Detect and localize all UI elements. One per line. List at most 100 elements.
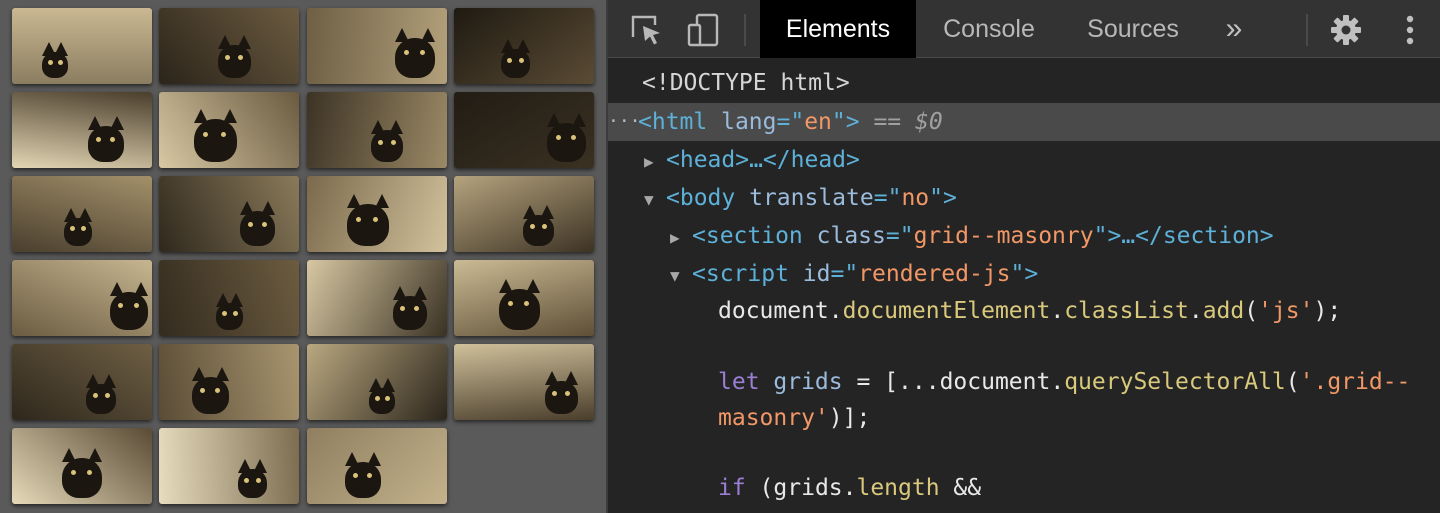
cat-ear-shape [62, 448, 76, 462]
cat-shape [347, 204, 389, 246]
cat-ear-shape [192, 367, 206, 381]
cat-shape [345, 462, 381, 498]
dom-node-script[interactable]: ▼ <script id="rendered-js"> [670, 255, 1038, 293]
cat-ear-shape [86, 374, 100, 388]
cat-ear-shape [102, 374, 116, 388]
cat-eye-shape [214, 388, 220, 394]
cat-eye-shape [220, 131, 226, 137]
cat-ear-shape [88, 116, 102, 130]
cat-ear-shape [215, 367, 229, 381]
photo-tile-longhair-cat-lying[interactable] [159, 344, 299, 420]
photo-tile-cat-face-closeup[interactable] [12, 176, 152, 252]
cat-eye-shape [385, 395, 391, 401]
photo-tile-cat-lying-white[interactable] [12, 260, 152, 336]
photo-tile-black-cat-doorway[interactable] [159, 8, 299, 84]
cat-shape [501, 49, 530, 78]
cat-eye-shape [261, 221, 267, 227]
tab-elements[interactable]: Elements [760, 0, 916, 58]
cat-ear-shape [389, 120, 403, 134]
cat-shape [238, 469, 267, 498]
photo-tile-black-cat-garden[interactable] [159, 176, 299, 252]
devtools-panel: Elements Console Sources » <!DOCTYPE htm… [606, 0, 1440, 513]
cat-ear-shape [572, 113, 586, 127]
cat-shape [192, 377, 229, 414]
dom-tree: <!DOCTYPE html> ···<html lang="en"> == $… [608, 58, 1440, 513]
photo-background [159, 344, 299, 420]
cat-shape [110, 292, 148, 330]
cat-ear-shape [371, 120, 385, 134]
inspect-element-icon[interactable] [628, 12, 664, 48]
device-toolbar-icon[interactable] [686, 12, 722, 48]
cat-ear-shape [240, 201, 254, 215]
node-ellipsis-icon[interactable]: ··· [608, 103, 641, 141]
photo-tile-cat-silhouette[interactable] [159, 428, 299, 504]
dom-node-section[interactable]: ▶ <section class="grid--masonry">…</secti… [670, 217, 1274, 255]
more-tabs-icon[interactable]: » [1208, 0, 1260, 58]
dom-node-head[interactable]: ▶ <head>…</head> [644, 141, 860, 179]
tab-console[interactable]: Console [922, 0, 1056, 58]
cat-ear-shape [345, 452, 359, 466]
cat-ear-shape [540, 205, 554, 219]
photo-tile-cat-by-window[interactable] [454, 176, 594, 252]
cat-shape [499, 289, 540, 330]
cat-eye-shape [104, 393, 110, 398]
cat-ear-shape [261, 201, 275, 215]
collapse-triangle-icon[interactable]: ▼ [670, 257, 692, 295]
photo-tile-black-cat-crouch[interactable] [12, 92, 152, 168]
photo-tile-cat-dark-corner[interactable] [159, 260, 299, 336]
photo-tile-cat-window[interactable] [159, 92, 299, 168]
cat-eye-shape [70, 470, 76, 475]
settings-gear-icon[interactable] [1328, 12, 1364, 48]
cat-ear-shape [218, 35, 232, 49]
cat-ear-shape [393, 286, 407, 300]
photo-tile-cat-profile[interactable] [12, 344, 152, 420]
cat-ear-shape [545, 371, 559, 385]
photo-tile-fluffy-cat-face[interactable] [307, 8, 447, 84]
photo-tile-black-cat-portrait[interactable] [454, 344, 594, 420]
photo-background [159, 428, 299, 504]
cat-ear-shape [238, 459, 252, 473]
kebab-menu-icon[interactable] [1392, 12, 1428, 48]
photo-tile-black-cat-stump[interactable] [307, 344, 447, 420]
dom-node-body[interactable]: ▼ <body translate="no"> [644, 179, 957, 217]
cat-ear-shape [134, 282, 148, 296]
photo-tile-black-cat-dark[interactable] [454, 8, 594, 84]
cat-ear-shape [347, 194, 361, 208]
cat-eye-shape [247, 221, 253, 227]
cat-eye-shape [378, 139, 384, 145]
cat-shape [194, 119, 237, 162]
photo-tile-cat-sitting-room[interactable] [307, 176, 447, 252]
photo-tile-black-cat-resting[interactable] [307, 260, 447, 336]
photo-tile-cat-grass[interactable] [307, 428, 447, 504]
cat-eye-shape [373, 216, 379, 222]
tab-sources[interactable]: Sources [1068, 0, 1198, 58]
cat-eye-shape [419, 50, 425, 55]
cat-shape [523, 215, 554, 246]
dom-node-doctype[interactable]: <!DOCTYPE html> [642, 64, 850, 102]
cat-eye-shape [58, 59, 64, 65]
photo-tile-cat-tree-trunk[interactable] [454, 260, 594, 336]
cat-ear-shape [523, 205, 537, 219]
photo-tile-black-cat-branches[interactable] [12, 428, 152, 504]
cat-shape [393, 296, 427, 330]
expand-triangle-icon[interactable]: ▶ [670, 219, 692, 257]
cat-eye-shape [92, 393, 98, 398]
cat-shape [371, 130, 403, 162]
cat-shape [218, 45, 251, 78]
collapse-triangle-icon[interactable]: ▼ [644, 181, 666, 219]
cat-ear-shape [110, 282, 124, 296]
photo-tile-cat-field[interactable] [12, 8, 152, 84]
cat-ear-shape [499, 279, 513, 293]
expand-triangle-icon[interactable]: ▶ [644, 143, 666, 181]
cat-ear-shape [78, 208, 92, 222]
cat-ear-shape [223, 109, 237, 123]
dom-node-html[interactable]: ···<html lang="en"> == $0 [608, 103, 1440, 141]
image-grid [0, 0, 606, 513]
photo-tile-black-cat-closeup[interactable] [454, 92, 594, 168]
cat-shape [240, 211, 275, 246]
photo-tile-cat-looking-up[interactable] [307, 92, 447, 168]
script-line-4: if (grids.length && [718, 475, 982, 501]
photo-background [159, 176, 299, 252]
cat-ear-shape [253, 459, 267, 473]
cat-ear-shape [54, 42, 68, 56]
